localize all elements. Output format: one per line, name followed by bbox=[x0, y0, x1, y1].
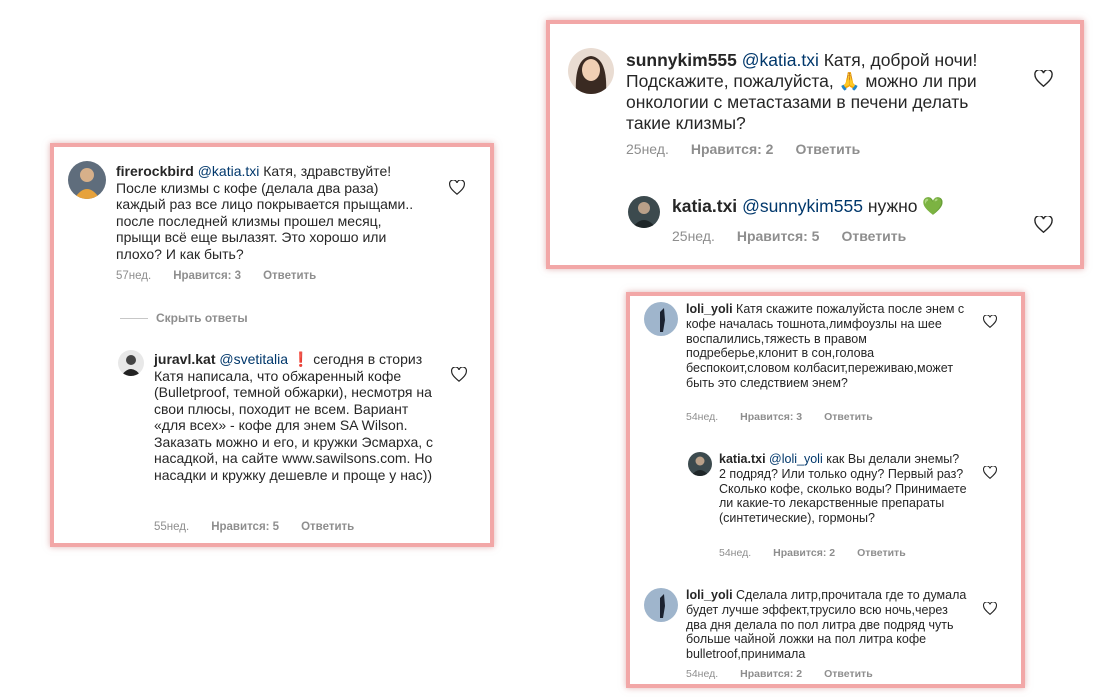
comment-text: katia.txi @sunnykim555 нужно 💚 bbox=[672, 196, 1032, 217]
avatar[interactable] bbox=[628, 196, 660, 228]
heart-outline-icon[interactable] bbox=[451, 367, 467, 382]
likes-count[interactable]: Нравится: 2 bbox=[691, 141, 774, 157]
comment-meta: 57нед. Нравится: 3 Ответить bbox=[116, 270, 338, 282]
username[interactable]: loli_yoli bbox=[686, 302, 733, 316]
left-comment-card: firerockbird @katia.txi Катя, здравствуй… bbox=[50, 143, 494, 547]
mention-link[interactable]: @sunnykim555 bbox=[742, 196, 863, 216]
comment-meta: 54нед. Нравится: 2 Ответить bbox=[719, 547, 928, 559]
heart-outline-icon[interactable] bbox=[449, 180, 465, 195]
hide-replies-label: Скрыть ответы bbox=[156, 311, 248, 325]
heart-outline-icon[interactable] bbox=[1034, 216, 1053, 233]
top-right-comment-card: sunnykim555 @katia.txi Катя, доброй ночи… bbox=[546, 20, 1084, 269]
avatar[interactable] bbox=[644, 302, 678, 336]
mention-link[interactable]: @svetitalia bbox=[219, 351, 288, 367]
comment-meta: 54нед. Нравится: 3 Ответить bbox=[686, 411, 895, 423]
mention-link[interactable]: @katia.txi bbox=[198, 163, 260, 179]
likes-count[interactable]: Нравится: 3 bbox=[173, 270, 241, 282]
avatar[interactable] bbox=[118, 350, 144, 376]
pray-emoji: 🙏 bbox=[838, 71, 861, 91]
bottom-right-comment-card: loli_yoli Катя скажите пожалуйста после … bbox=[626, 292, 1025, 688]
exclamation-emoji: ❗ bbox=[291, 351, 310, 367]
heart-outline-icon[interactable] bbox=[1034, 70, 1053, 87]
likes-count[interactable]: Нравится: 2 bbox=[773, 547, 835, 559]
comment-time: 54нед. bbox=[719, 547, 752, 559]
avatar[interactable] bbox=[644, 588, 678, 622]
comment-text: katia.txi @loli_yoli как Вы делали энемы… bbox=[719, 452, 969, 526]
comment-meta: 55нед. Нравится: 5 Ответить bbox=[154, 521, 376, 533]
hide-replies-toggle[interactable]: Скрыть ответы bbox=[120, 311, 248, 325]
reply-button[interactable]: Ответить bbox=[857, 547, 906, 559]
reply-button[interactable]: Ответить bbox=[263, 270, 316, 282]
reply-button[interactable]: Ответить bbox=[301, 521, 354, 533]
comment-meta: 54нед. Нравится: 2 Ответить bbox=[686, 668, 895, 680]
divider bbox=[120, 318, 148, 320]
heart-outline-icon[interactable] bbox=[983, 602, 997, 615]
comment-text: juravl.kat @svetitalia ❗ сегодня в стори… bbox=[154, 351, 436, 483]
comment-body: сегодня в сториз Катя написала, что обжа… bbox=[154, 351, 434, 483]
username[interactable]: katia.txi bbox=[672, 196, 737, 216]
comment-text: firerockbird @katia.txi Катя, здравствуй… bbox=[116, 163, 416, 262]
comment-time: 55нед. bbox=[154, 521, 190, 533]
username[interactable]: loli_yoli bbox=[686, 588, 733, 602]
comment-time: 54нед. bbox=[686, 668, 719, 680]
avatar[interactable] bbox=[568, 48, 614, 94]
avatar[interactable] bbox=[68, 161, 106, 199]
reply-button[interactable]: Ответить bbox=[824, 668, 873, 680]
reply-button[interactable]: Ответить bbox=[841, 228, 906, 244]
comment-time: 25нед. bbox=[672, 228, 715, 244]
reply-button[interactable]: Ответить bbox=[824, 411, 873, 423]
comment-text: sunnykim555 @katia.txi Катя, доброй ночи… bbox=[626, 50, 1016, 134]
comment-body: нужно bbox=[867, 196, 918, 216]
username[interactable]: firerockbird bbox=[116, 163, 194, 179]
likes-count[interactable]: Нравится: 2 bbox=[740, 668, 802, 680]
likes-count[interactable]: Нравится: 5 bbox=[211, 521, 279, 533]
username[interactable]: juravl.kat bbox=[154, 351, 215, 367]
reply-button[interactable]: Ответить bbox=[795, 141, 860, 157]
mention-link[interactable]: @katia.txi bbox=[742, 50, 819, 70]
comment-text: loli_yoli Катя скажите пожалуйста после … bbox=[686, 302, 972, 391]
comment-meta: 25нед. Нравится: 2 Ответить bbox=[626, 141, 882, 157]
avatar[interactable] bbox=[688, 452, 712, 476]
username[interactable]: katia.txi bbox=[719, 452, 766, 466]
likes-count[interactable]: Нравится: 5 bbox=[737, 228, 820, 244]
comment-time: 54нед. bbox=[686, 411, 719, 423]
likes-count[interactable]: Нравится: 3 bbox=[740, 411, 802, 423]
mention-link[interactable]: @loli_yoli bbox=[769, 452, 823, 466]
comment-time: 25нед. bbox=[626, 141, 669, 157]
comment-text: loli_yoli Сделала литр,прочитала где то … bbox=[686, 588, 972, 662]
green-heart-emoji: 💚 bbox=[922, 196, 945, 216]
comment-time: 57нед. bbox=[116, 270, 152, 282]
comment-meta: 25нед. Нравится: 5 Ответить bbox=[672, 228, 928, 244]
heart-outline-icon[interactable] bbox=[983, 466, 997, 479]
username[interactable]: sunnykim555 bbox=[626, 50, 737, 70]
heart-outline-icon[interactable] bbox=[983, 315, 997, 328]
